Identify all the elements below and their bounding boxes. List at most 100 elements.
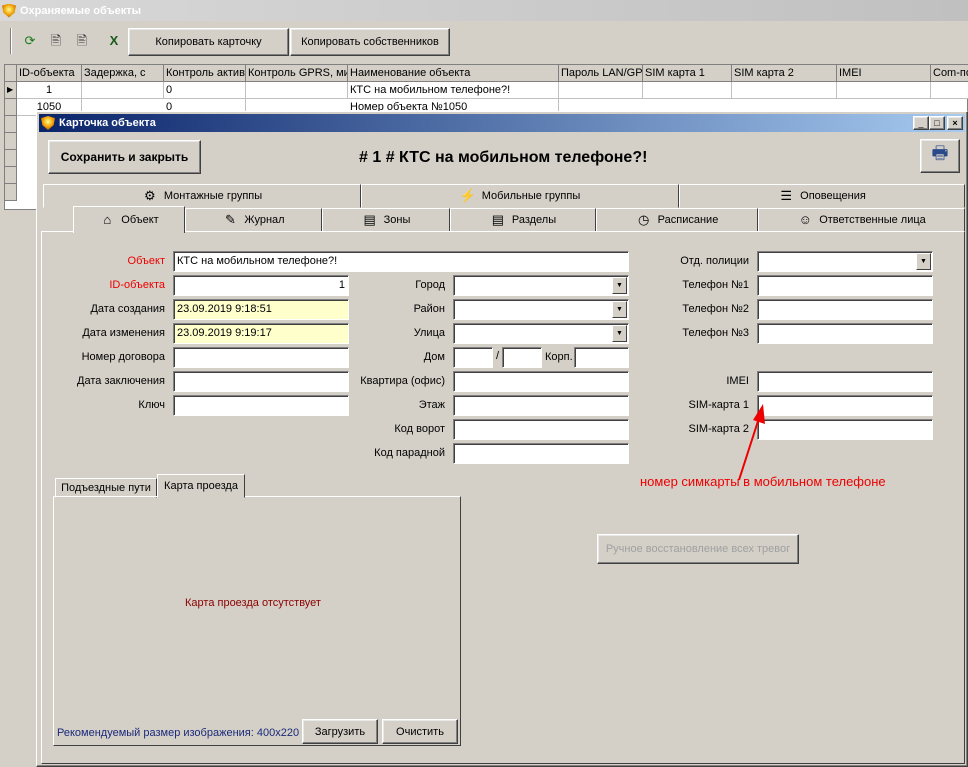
table-cell[interactable] [559, 82, 643, 99]
clear-button[interactable]: Очистить [382, 719, 458, 744]
tab-object[interactable]: ⌂ Объект [73, 206, 185, 233]
house-field[interactable] [453, 347, 493, 368]
copy-owners-button[interactable]: Копировать собственников [290, 28, 450, 56]
card-heading: # 1 # КТС на мобильном телефоне?! [359, 149, 648, 166]
tab-sections[interactable]: ▤ Разделы [450, 208, 596, 232]
zones-icon: ▤ [363, 212, 376, 227]
entrance-code-field[interactable] [453, 443, 629, 464]
clock-icon: ◷ [638, 212, 650, 227]
app-logo-icon [41, 116, 55, 130]
tab-schedule[interactable]: ◷ Расписание [596, 208, 758, 232]
modified-label: Дата изменения [82, 327, 165, 339]
table-cell[interactable] [837, 82, 931, 99]
minimize-button[interactable]: _ [913, 116, 929, 130]
chevron-down-icon[interactable]: ▼ [612, 301, 627, 318]
chevron-down-icon[interactable]: ▼ [612, 277, 627, 294]
tab-responsible[interactable]: ☺ Ответственные лица [758, 208, 965, 232]
table-cell[interactable] [732, 82, 837, 99]
add-document-icon[interactable]: 🖹 [48, 33, 64, 49]
save-close-button[interactable]: Сохранить и закрыть [48, 140, 201, 174]
col-header[interactable]: IMEI [837, 65, 931, 82]
row-indicator-icon: ▶ [5, 82, 17, 99]
map-missing-text: Карта проезда отсутствует [185, 597, 321, 609]
refresh-icon[interactable]: ⟳ [22, 33, 38, 49]
contract-field[interactable] [173, 347, 349, 368]
id-field[interactable]: 1 [173, 275, 349, 296]
tab-mounting-groups[interactable]: ⚙ Монтажные группы [43, 184, 361, 208]
sim2-field[interactable] [757, 419, 933, 440]
tab-notifications[interactable]: ☰ Оповещения [679, 184, 965, 208]
sim1-field[interactable] [757, 395, 933, 416]
phone2-field[interactable] [757, 299, 933, 320]
modified-date-field[interactable]: 23.09.2019 9:19:17 [173, 323, 349, 344]
toolbar: ⟳ 🖹 🖹 X Копировать карточку Копировать с… [10, 26, 968, 58]
table-cell[interactable] [82, 82, 164, 99]
police-label: Отд. полиции [680, 255, 749, 267]
tab-mobile-groups[interactable]: ⚡ Мобильные группы [361, 184, 679, 208]
chevron-down-icon[interactable]: ▼ [612, 325, 627, 342]
card-title: Карточка объекта [59, 117, 156, 129]
col-header[interactable]: Задержка, с [82, 65, 164, 82]
phone1-field[interactable] [757, 275, 933, 296]
phone1-label: Телефон №1 [682, 279, 749, 291]
restore-alarms-button[interactable]: Ручное восстановление всех тревог [597, 534, 799, 564]
tab-approach-roads[interactable]: Подъездные пути [55, 478, 157, 498]
col-header[interactable]: Пароль LAN/GP [559, 65, 643, 82]
col-header[interactable]: SIM карта 1 [643, 65, 732, 82]
tab-zones[interactable]: ▤ Зоны [322, 208, 450, 232]
excel-export-icon[interactable]: X [106, 33, 122, 49]
imei-field[interactable] [757, 371, 933, 392]
col-header[interactable]: ID-объекта [17, 65, 82, 82]
main-title-bar: Охраняемые объекты [0, 0, 968, 21]
gate-code-field[interactable] [453, 419, 629, 440]
col-header[interactable]: Com-по [931, 65, 968, 82]
table-cell[interactable] [246, 82, 348, 99]
contract-date-label: Дата заключения [77, 375, 165, 387]
printer-icon[interactable]: 🖶 [920, 139, 960, 173]
table-cell[interactable] [931, 82, 968, 99]
tab-route-map[interactable]: Карта проезда [157, 474, 245, 498]
table-cell[interactable]: 0 [164, 82, 246, 99]
imei-label: IMEI [726, 375, 749, 387]
table-cell[interactable]: КТС на мобильном телефоне?! [348, 82, 559, 99]
gate-label: Код ворот [394, 423, 445, 435]
house-fraction-field[interactable] [502, 347, 542, 368]
apartment-field[interactable] [453, 371, 629, 392]
sections-icon: ▤ [491, 212, 504, 227]
card-title-bar: Карточка объекта [39, 114, 965, 132]
close-button[interactable]: × [947, 116, 963, 130]
district-select[interactable]: ▼ [453, 299, 629, 320]
house-label: Дом [423, 351, 445, 363]
created-date-field[interactable]: 23.09.2019 9:18:51 [173, 299, 349, 320]
annotation-arrow-icon [738, 404, 765, 481]
contract-date-field[interactable] [173, 371, 349, 392]
copy-card-button[interactable]: Копировать карточку [128, 28, 289, 56]
city-select[interactable]: ▼ [453, 275, 629, 296]
chevron-down-icon[interactable]: ▼ [916, 253, 931, 270]
key-field[interactable] [173, 395, 349, 416]
map-size-hint: Рекомендуемый размер изображения: 400x22… [57, 727, 300, 739]
lightning-icon: ⚡ [459, 188, 476, 203]
table-cell[interactable]: 1 [17, 82, 82, 99]
col-header[interactable]: Контроль GPRS, ми [246, 65, 348, 82]
tab-journal[interactable]: ✎ Журнал [185, 208, 322, 232]
phone3-field[interactable] [757, 323, 933, 344]
street-select[interactable]: ▼ [453, 323, 629, 344]
load-button[interactable]: Загрузить [302, 719, 378, 744]
contract-label: Номер договора [81, 351, 165, 363]
police-select[interactable]: ▼ [757, 251, 933, 272]
maximize-button[interactable]: □ [929, 116, 945, 130]
journal-icon: ✎ [224, 212, 236, 227]
phone3-label: Телефон №3 [682, 327, 749, 339]
corp-field[interactable] [574, 347, 629, 368]
object-label: Объект [127, 255, 165, 267]
col-header[interactable]: Наименование объекта [348, 65, 559, 82]
house-separator: / [496, 350, 500, 362]
col-header[interactable]: SIM карта 2 [732, 65, 837, 82]
remove-document-icon[interactable]: 🖹 [74, 33, 90, 49]
object-name-field[interactable]: КТС на мобильном телефоне?! [173, 251, 629, 272]
col-header[interactable]: Контроль актив [164, 65, 246, 82]
floor-field[interactable] [453, 395, 629, 416]
table-cell[interactable] [643, 82, 732, 99]
corp-label: Корп. [545, 351, 573, 363]
